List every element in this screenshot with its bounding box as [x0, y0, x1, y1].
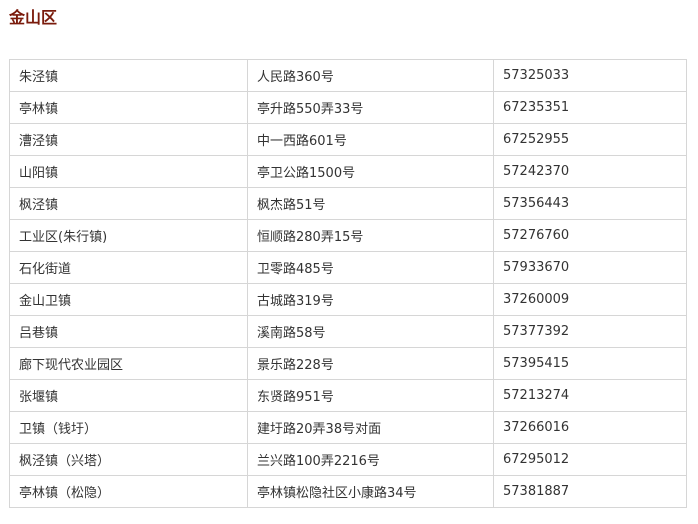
- table-row: 朱泾镇 人民路360号 57325033: [9, 59, 687, 92]
- table-row: 石化街道 卫零路485号 57933670: [9, 251, 687, 284]
- town-name-cell: 山阳镇: [9, 155, 248, 188]
- address-cell: 东贤路951号: [247, 379, 494, 412]
- table-row: 山阳镇 亭卫公路1500号 57242370: [9, 155, 687, 188]
- table-row: 枫泾镇 枫杰路51号 57356443: [9, 187, 687, 220]
- town-name-cell: 亭林镇（松隐）: [9, 475, 248, 508]
- phone-cell: 37260009: [493, 283, 687, 316]
- town-name-cell: 枫泾镇: [9, 187, 248, 220]
- address-cell: 中一西路601号: [247, 123, 494, 156]
- address-cell: 亭卫公路1500号: [247, 155, 494, 188]
- town-name-cell: 亭林镇: [9, 91, 248, 124]
- table-row: 亭林镇 亭升路550弄33号 67235351: [9, 91, 687, 124]
- table-row: 亭林镇（松隐） 亭林镇松隐社区小康路34号 57381887: [9, 475, 687, 508]
- phone-cell: 57395415: [493, 347, 687, 380]
- table-row: 枫泾镇（兴塔） 兰兴路100弄2216号 67295012: [9, 443, 687, 476]
- phone-cell: 57276760: [493, 219, 687, 252]
- table-row: 廊下现代农业园区 景乐路228号 57395415: [9, 347, 687, 380]
- table-row: 工业区(朱行镇) 恒顺路280弄15号 57276760: [9, 219, 687, 252]
- phone-cell: 67295012: [493, 443, 687, 476]
- address-cell: 卫零路485号: [247, 251, 494, 284]
- address-cell: 古城路319号: [247, 283, 494, 316]
- phone-cell: 57377392: [493, 315, 687, 348]
- address-cell: 亭林镇松隐社区小康路34号: [247, 475, 494, 508]
- town-name-cell: 工业区(朱行镇): [9, 219, 248, 252]
- table-row: 漕泾镇 中一西路601号 67252955: [9, 123, 687, 156]
- address-cell: 人民路360号: [247, 59, 494, 92]
- address-cell: 景乐路228号: [247, 347, 494, 380]
- address-cell: 溪南路58号: [247, 315, 494, 348]
- town-name-cell: 枫泾镇（兴塔）: [9, 443, 248, 476]
- phone-cell: 57325033: [493, 59, 687, 92]
- town-name-cell: 张堰镇: [9, 379, 248, 412]
- address-cell: 亭升路550弄33号: [247, 91, 494, 124]
- phone-cell: 57356443: [493, 187, 687, 220]
- address-cell: 兰兴路100弄2216号: [247, 443, 494, 476]
- town-name-cell: 廊下现代农业园区: [9, 347, 248, 380]
- town-name-cell: 朱泾镇: [9, 59, 248, 92]
- phone-cell: 57933670: [493, 251, 687, 284]
- town-name-cell: 漕泾镇: [9, 123, 248, 156]
- phone-cell: 67252955: [493, 123, 687, 156]
- table-row: 金山卫镇 古城路319号 37260009: [9, 283, 687, 316]
- town-name-cell: 吕巷镇: [9, 315, 248, 348]
- town-name-cell: 金山卫镇: [9, 283, 248, 316]
- phone-cell: 57213274: [493, 379, 687, 412]
- phone-cell: 67235351: [493, 91, 687, 124]
- table-row: 张堰镇 东贤路951号 57213274: [9, 379, 687, 412]
- table-row: 卫镇（钱圩） 建圩路20弄38号对面 37266016: [9, 411, 687, 444]
- phone-cell: 37266016: [493, 411, 687, 444]
- address-cell: 恒顺路280弄15号: [247, 219, 494, 252]
- table-body: 朱泾镇 人民路360号 57325033 亭林镇 亭升路550弄33号 6723…: [9, 59, 687, 508]
- town-name-cell: 卫镇（钱圩）: [9, 411, 248, 444]
- address-cell: 枫杰路51号: [247, 187, 494, 220]
- phone-cell: 57242370: [493, 155, 687, 188]
- address-cell: 建圩路20弄38号对面: [247, 411, 494, 444]
- phone-cell: 57381887: [493, 475, 687, 508]
- town-name-cell: 石化街道: [9, 251, 248, 284]
- office-directory-table: 朱泾镇 人民路360号 57325033 亭林镇 亭升路550弄33号 6723…: [9, 59, 687, 508]
- table-row: 吕巷镇 溪南路58号 57377392: [9, 315, 687, 348]
- page-title: 金山区: [9, 8, 58, 27]
